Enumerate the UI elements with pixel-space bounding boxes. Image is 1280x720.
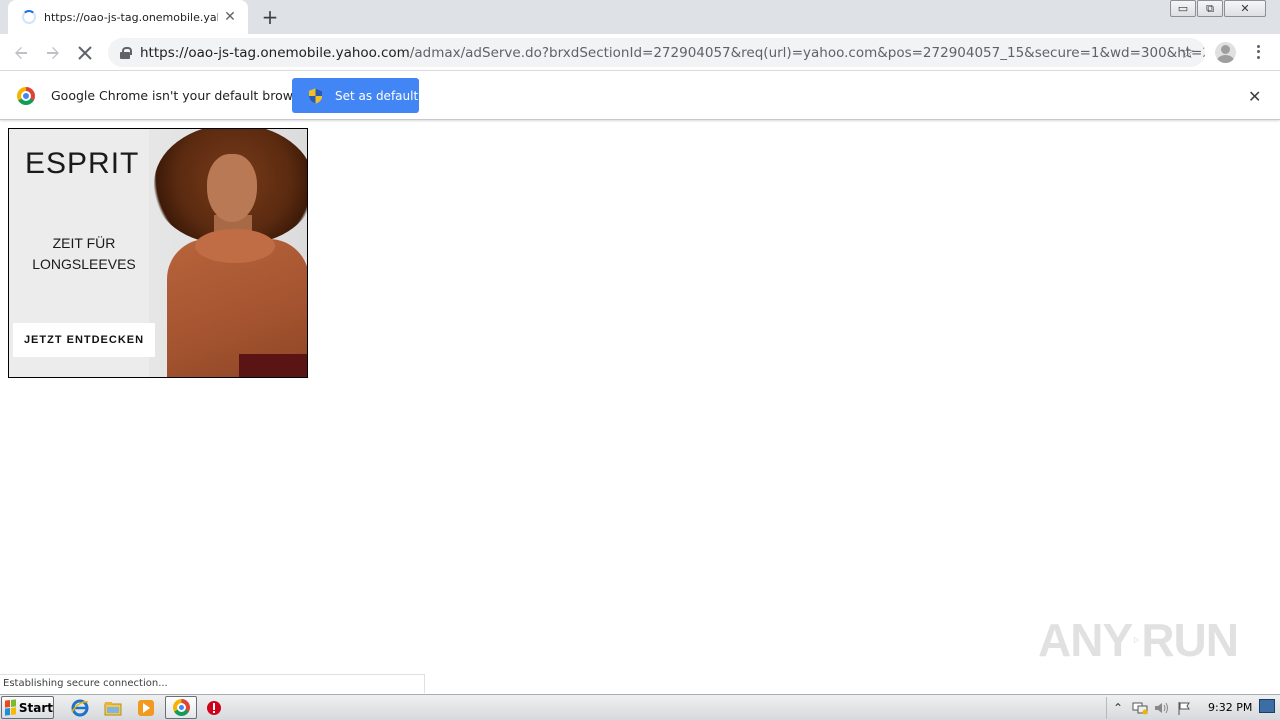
minimize-button[interactable]: ▭ <box>1170 0 1196 17</box>
start-label: Start <box>18 700 53 715</box>
back-button[interactable] <box>8 40 34 66</box>
tab-close-icon[interactable]: ✕ <box>222 9 238 25</box>
show-desktop-icon[interactable] <box>1259 699 1275 713</box>
url-host: https://oao-js-tag.onemobile.yahoo.com <box>140 44 410 61</box>
kebab-menu-icon[interactable] <box>1250 42 1266 62</box>
media-player-icon[interactable] <box>136 698 156 718</box>
browser-tab[interactable]: https://oao-js-tag.onemobile.yahoo ✕ <box>8 0 248 34</box>
ad-headline: ZEIT FÜR LONGSLEEVES <box>9 233 159 275</box>
loading-spinner-icon <box>22 10 36 24</box>
chrome-taskbar-button[interactable] <box>165 696 197 719</box>
anyrun-watermark: ANY RUN <box>1038 610 1239 670</box>
ad-model-pants <box>239 354 307 377</box>
ad-headline-line2: LONGSLEEVES <box>32 256 136 272</box>
close-icon: ✕ <box>1240 2 1250 15</box>
arrow-right-icon <box>47 47 59 59</box>
start-button[interactable]: Start <box>1 696 54 719</box>
star-icon[interactable]: ☆ <box>1180 43 1195 63</box>
file-explorer-icon[interactable] <box>103 698 123 718</box>
lock-icon <box>120 46 132 59</box>
watermark-right: RUN <box>1141 614 1239 666</box>
set-as-default-button[interactable]: Set as default <box>292 78 419 113</box>
infobar-message: Google Chrome isn't your default browser <box>51 88 313 103</box>
chrome-icon <box>17 87 35 105</box>
ad-headline-line1: ZEIT FÜR <box>52 235 116 251</box>
windows-logo-icon <box>5 699 16 716</box>
url-path: /admax/adServe.do?brxdSectionId=27290405… <box>409 44 1205 61</box>
network-icon[interactable] <box>1129 699 1151 717</box>
profile-icon[interactable] <box>1215 42 1236 63</box>
arrow-left-icon <box>15 47 27 59</box>
stop-button[interactable] <box>72 40 98 66</box>
show-hidden-icons-icon[interactable]: ⌃ <box>1107 699 1129 717</box>
new-tab-button[interactable]: + <box>258 6 282 28</box>
internet-explorer-icon[interactable] <box>70 698 90 718</box>
status-bubble: Establishing secure connection... <box>0 674 425 693</box>
taskbar: Start ⌃ 9:32 PM <box>0 694 1280 720</box>
browser-toolbar: https://oao-js-tag.onemobile.yahoo.com/a… <box>0 34 1280 71</box>
esprit-ad-banner[interactable]: ESPRIT ZEIT FÜR LONGSLEEVES JETZT ENTDEC… <box>8 128 308 378</box>
restore-icon: ⧉ <box>1206 1 1214 15</box>
window-controls: ▭ ⧉ ✕ <box>1169 0 1266 18</box>
address-bar[interactable]: https://oao-js-tag.onemobile.yahoo.com/a… <box>108 38 1205 67</box>
close-window-button[interactable]: ✕ <box>1224 0 1266 17</box>
play-icon <box>1134 636 1140 644</box>
shield-icon <box>308 88 323 104</box>
ad-model-collar <box>195 229 275 263</box>
taskbar-clock[interactable]: 9:32 PM <box>1208 701 1252 714</box>
ad-cta-button[interactable]: JETZT ENTDECKEN <box>13 323 155 357</box>
watermark-left: ANY <box>1038 614 1133 666</box>
close-icon <box>78 46 92 60</box>
tab-strip: https://oao-js-tag.onemobile.yahoo ✕ + ▭… <box>0 0 1280 34</box>
stop-sign-icon[interactable] <box>204 698 224 718</box>
url-text[interactable]: https://oao-js-tag.onemobile.yahoo.com/a… <box>140 45 1205 61</box>
default-browser-infobar: Google Chrome isn't your default browser… <box>0 71 1280 120</box>
minimize-icon: ▭ <box>1177 2 1189 15</box>
tab-title: https://oao-js-tag.onemobile.yahoo <box>44 10 218 24</box>
action-center-flag-icon[interactable] <box>1173 699 1195 717</box>
forward-button[interactable] <box>40 40 66 66</box>
restore-button[interactable]: ⧉ <box>1197 0 1223 17</box>
volume-icon[interactable] <box>1151 699 1173 717</box>
ad-model-face <box>207 154 257 222</box>
set-as-default-label: Set as default <box>335 88 419 103</box>
chrome-icon <box>173 699 190 716</box>
infobar-close-icon[interactable]: ✕ <box>1248 87 1261 106</box>
esprit-logo: ESPRIT <box>25 147 140 180</box>
